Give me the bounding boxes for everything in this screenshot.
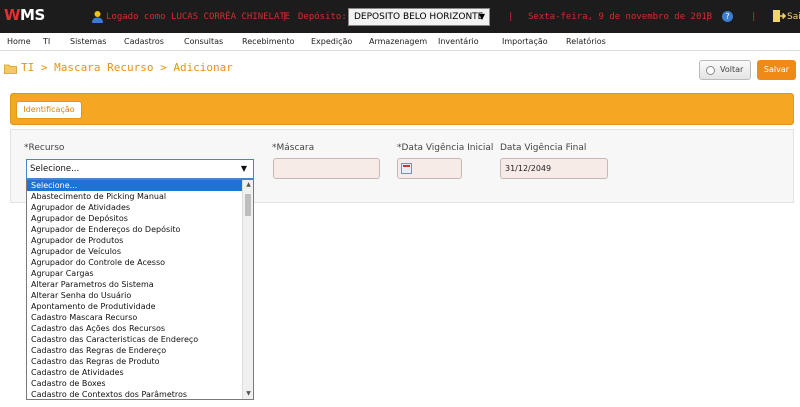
dropdown-option[interactable]: Agrupador de Depósitos	[27, 213, 253, 224]
exit-icon[interactable]	[772, 9, 786, 23]
menu-item-inventario[interactable]: Inventário	[438, 37, 479, 46]
menu-item-sistemas[interactable]: Sistemas	[70, 37, 106, 46]
back-button-label: Voltar	[720, 65, 744, 74]
menu-item-home[interactable]: Home	[7, 37, 31, 46]
app-window: WMS Logado como LUCAS CORRÊA CHINELATE |…	[0, 0, 800, 407]
vig-fim-input[interactable]: 31/12/2049	[500, 158, 608, 179]
dropdown-option[interactable]: Agrupar Cargas	[27, 268, 253, 279]
dropdown-option[interactable]: Agrupador de Veículos	[27, 246, 253, 257]
user-icon	[92, 11, 103, 23]
dropdown-option[interactable]: Selecione...	[27, 180, 253, 191]
recurso-dropdown-list[interactable]: Selecione... Abastecimento de Picking Ma…	[26, 179, 254, 400]
separator: |	[508, 12, 514, 22]
menu-item-importacao[interactable]: Importação	[502, 37, 548, 46]
tab-identificacao[interactable]: Identificação	[16, 101, 82, 119]
date-text: Sexta-feira, 9 de novembro de 2018	[528, 12, 713, 22]
dropdown-option[interactable]: Agrupador do Controle de Acesso	[27, 257, 253, 268]
scroll-down-icon[interactable]: ▼	[243, 389, 253, 399]
dropdown-scrollbar[interactable]: ▲ ▼	[242, 180, 253, 399]
logged-in-text: Logado como LUCAS CORRÊA CHINELATE	[106, 12, 291, 22]
dropdown-option[interactable]: Cadastro das Regras de Produto	[27, 356, 253, 367]
help-icon[interactable]: ?	[722, 11, 733, 22]
mascara-input[interactable]	[273, 158, 380, 179]
recurso-select-value: Selecione...	[30, 164, 80, 174]
dropdown-option[interactable]: Cadastro Mascara Recurso	[27, 312, 253, 323]
deposit-label: Depósito:	[298, 12, 347, 22]
deposit-value: DEPOSITO BELO HORIZONTE	[354, 12, 484, 22]
dropdown-option[interactable]: Cadastro das Regras de Endereço	[27, 345, 253, 356]
dropdown-option[interactable]: Cadastro de Contextos dos Parâmetros	[27, 389, 253, 399]
separator: |	[751, 12, 757, 22]
chevron-down-icon: ▼	[240, 164, 247, 173]
dropdown-option[interactable]: Abastecimento de Picking Manual	[27, 191, 253, 202]
dropdown-option[interactable]: Cadastro das Caracteristicas de Endereço	[27, 334, 253, 345]
menu-item-relatorios[interactable]: Relatórios	[566, 37, 606, 46]
dropdown-option[interactable]: Cadastro de Boxes	[27, 378, 253, 389]
dropdown-option[interactable]: Apontamento de Produtividade	[27, 301, 253, 312]
recurso-select[interactable]: Selecione... ▼	[26, 159, 254, 179]
separator: |	[705, 12, 711, 22]
save-button[interactable]: Salvar	[757, 60, 796, 80]
menu-item-armazenagem[interactable]: Armazenagem	[369, 37, 427, 46]
deposit-select[interactable]: DEPOSITO BELO HORIZONTE ▼	[348, 8, 490, 26]
vig-ini-label: *Data Vigência Inicial	[397, 143, 494, 153]
dropdown-option[interactable]: Alterar Senha do Usuário	[27, 290, 253, 301]
dropdown-option[interactable]: Cadastro de Atividades	[27, 367, 253, 378]
separator: |	[282, 12, 288, 22]
tab-bar: Identificação	[10, 93, 794, 125]
dropdown-option[interactable]: Cadastro das Ações dos Recursos	[27, 323, 253, 334]
dropdown-option[interactable]: Agrupador de Endereços do Depósito	[27, 224, 253, 235]
menu-item-consultas[interactable]: Consultas	[184, 37, 223, 46]
main-menu: Home TI Sistemas Cadastros Consultas Rec…	[0, 33, 800, 51]
recurso-label: *Recurso	[24, 143, 65, 153]
menu-item-cadastros[interactable]: Cadastros	[124, 37, 164, 46]
back-icon	[706, 66, 715, 75]
dropdown-option[interactable]: Agrupador de Produtos	[27, 235, 253, 246]
calendar-icon[interactable]	[401, 163, 412, 174]
back-button[interactable]: Voltar	[699, 60, 751, 80]
menu-item-recebimento[interactable]: Recebimento	[242, 37, 295, 46]
top-bar: WMS Logado como LUCAS CORRÊA CHINELATE |…	[0, 0, 800, 33]
chevron-down-icon: ▼	[478, 12, 485, 21]
dropdown-option[interactable]: Alterar Parametros do Sistema	[27, 279, 253, 290]
vig-fim-label: Data Vigência Final	[500, 143, 587, 153]
breadcrumb: TI > Mascara Recurso > Adicionar	[21, 61, 233, 74]
menu-item-ti[interactable]: TI	[43, 37, 50, 46]
wms-logo: WMS	[4, 6, 45, 24]
exit-link[interactable]: Sair	[787, 12, 800, 22]
dropdown-option[interactable]: Agrupador de Atividades	[27, 202, 253, 213]
menu-item-expedicao[interactable]: Expedição	[311, 37, 352, 46]
scrollbar-thumb[interactable]	[245, 194, 251, 216]
folder-icon	[4, 64, 17, 74]
mascara-label: *Máscara	[272, 143, 315, 153]
scroll-up-icon[interactable]: ▲	[243, 180, 253, 190]
